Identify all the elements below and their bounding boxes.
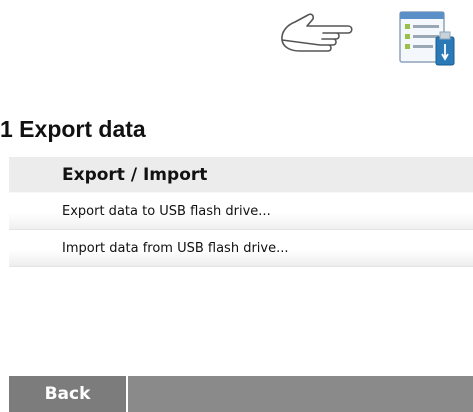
export-to-usb-item[interactable]: Export data to USB flash drive...	[9, 193, 473, 230]
import-from-usb-item[interactable]: Import data from USB flash drive...	[9, 230, 473, 267]
export-usb-icon	[399, 11, 455, 66]
export-import-menu: Export / Import Export data to USB flash…	[9, 157, 473, 267]
bottom-bar: Back	[9, 376, 473, 412]
bottom-bar-fill	[128, 376, 473, 412]
section-title: 1 Export data	[0, 116, 146, 142]
page: 1 Export data Export / Import Export dat…	[0, 0, 473, 412]
back-button[interactable]: Back	[9, 376, 128, 412]
hand-pointing-right-icon	[281, 13, 353, 52]
menu-header: Export / Import	[9, 157, 473, 193]
